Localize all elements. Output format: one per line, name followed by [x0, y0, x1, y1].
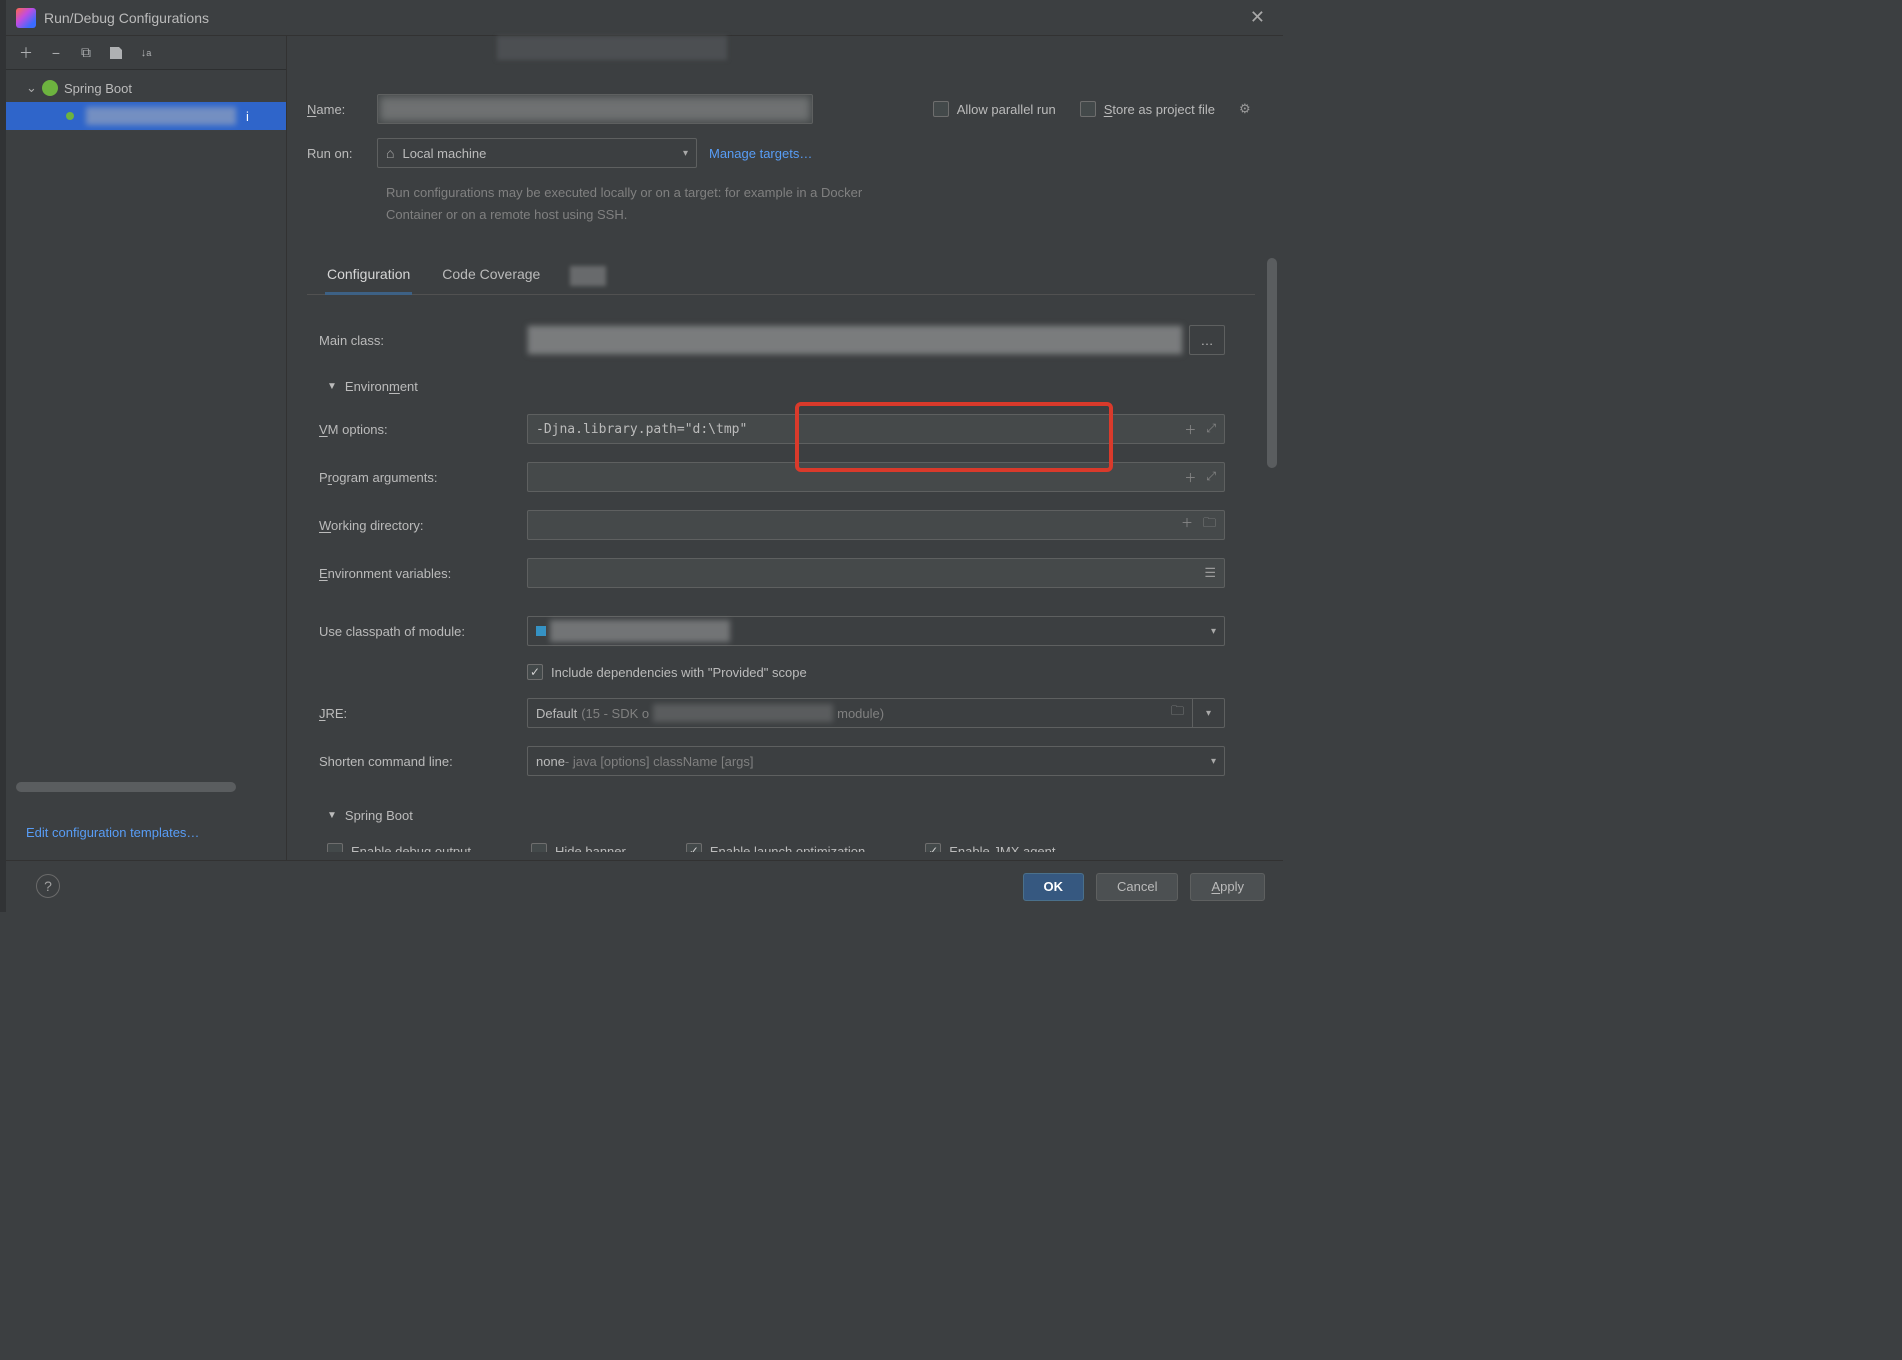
config-tree: ⌄ Spring Boot i: [6, 70, 286, 860]
program-args-input[interactable]: ＋ ⤢: [527, 462, 1225, 492]
main-class-label: Main class:: [319, 333, 527, 348]
module-icon: [536, 626, 546, 636]
chevron-down-icon: ▼: [327, 381, 337, 392]
redacted-label: [86, 107, 236, 125]
cancel-button[interactable]: Cancel: [1096, 873, 1178, 901]
dialog-footer: OK Cancel Apply: [6, 860, 1283, 912]
expand-icon[interactable]: ⤢: [1206, 469, 1216, 486]
checkbox-checked-icon: [925, 843, 941, 852]
edit-templates-link[interactable]: Edit configuration templates…: [26, 825, 199, 840]
classpath-label: Use classpath of module:: [319, 624, 527, 639]
main-class-input[interactable]: [527, 325, 1183, 355]
tab-configuration[interactable]: Configuration: [325, 258, 412, 295]
dialog-title: Run/Debug Configurations: [44, 10, 1242, 26]
copy-icon[interactable]: ⧉: [78, 45, 94, 61]
chevron-down-icon: ▼: [327, 810, 337, 821]
store-project-checkbox[interactable]: Store as project file: [1080, 101, 1215, 117]
help-button[interactable]: ?: [36, 874, 60, 898]
redacted-header: [497, 36, 727, 60]
save-icon[interactable]: [108, 45, 124, 61]
chevron-down-icon: ▾: [683, 148, 688, 159]
scrollbar-vertical[interactable]: [1267, 258, 1277, 468]
status-dot-icon: [66, 112, 74, 120]
name-input[interactable]: [377, 94, 813, 124]
redacted-jre: [653, 704, 833, 722]
tree-node-springboot[interactable]: ⌄ Spring Boot: [6, 74, 286, 102]
jre-label: JRE:: [319, 706, 527, 721]
environment-expander[interactable]: ▼ Environment: [327, 379, 1225, 394]
springboot-expander[interactable]: ▼ Spring Boot: [327, 808, 1225, 823]
apply-button[interactable]: Apply: [1190, 873, 1265, 901]
enable-jmx-checkbox[interactable]: Enable JMX agent: [925, 843, 1055, 852]
env-vars-label: Environment variables:: [319, 566, 527, 581]
hide-banner-checkbox[interactable]: Hide banner: [531, 843, 626, 852]
folder-icon[interactable]: 🗀: [1171, 702, 1184, 724]
checkbox-icon: [327, 843, 343, 852]
remove-icon[interactable]: −: [48, 45, 64, 61]
sort-icon[interactable]: ↓a: [138, 45, 154, 61]
plus-icon[interactable]: ＋: [1181, 514, 1193, 536]
manage-targets-link[interactable]: Manage targets…: [709, 146, 812, 161]
include-provided-checkbox[interactable]: Include dependencies with "Provided" sco…: [527, 664, 807, 680]
run-on-description: Run configurations may be executed local…: [307, 182, 867, 226]
tree-node-selected[interactable]: i: [6, 102, 286, 130]
checkbox-checked-icon: [527, 664, 543, 680]
spring-icon: [42, 80, 58, 96]
plus-icon[interactable]: ＋: [1184, 421, 1196, 438]
sidebar-toolbar: ＋ − ⧉ ↓a: [6, 36, 286, 70]
list-icon[interactable]: ☰: [1204, 566, 1216, 581]
tree-label: Spring Boot: [64, 81, 132, 96]
working-dir-label: Working directory:: [319, 518, 527, 533]
classpath-dropdown[interactable]: ▾: [527, 616, 1225, 646]
vm-options-value: -Djna.library.path="d:\tmp": [536, 422, 747, 437]
name-label: Name:: [307, 102, 365, 117]
ok-button[interactable]: OK: [1023, 873, 1085, 901]
run-on-value: Local machine: [402, 146, 486, 161]
tab-code-coverage[interactable]: Code Coverage: [440, 258, 542, 294]
vm-options-label: VM options:: [319, 422, 527, 437]
enable-launch-opt-checkbox[interactable]: Enable launch optimization: [686, 843, 865, 852]
shorten-label: Shorten command line:: [319, 754, 527, 769]
plus-icon[interactable]: ＋: [1184, 469, 1196, 486]
jre-dropdown-button[interactable]: ▾: [1193, 698, 1225, 728]
redacted-tab: [570, 266, 606, 286]
folder-icon[interactable]: 🗀: [1203, 514, 1216, 536]
include-provided-label: Include dependencies with "Provided" sco…: [551, 665, 807, 680]
working-dir-input[interactable]: ＋ 🗀: [527, 510, 1225, 540]
sidebar: ＋ − ⧉ ↓a ⌄ Spring Boot i: [6, 36, 287, 860]
home-icon: ⌂: [386, 145, 394, 161]
enable-debug-checkbox[interactable]: Enable debug output: [327, 843, 471, 852]
browse-main-class-button[interactable]: …: [1189, 325, 1225, 355]
checkbox-icon: [933, 101, 949, 117]
run-on-label: Run on:: [307, 146, 365, 161]
store-project-label: Store as project file: [1104, 102, 1215, 117]
chevron-down-icon: ⌄: [26, 80, 36, 96]
chevron-down-icon: ▾: [1211, 626, 1216, 637]
env-vars-input[interactable]: ☰: [527, 558, 1225, 588]
scrollbar-horizontal[interactable]: [16, 782, 236, 792]
program-args-label: Program arguments:: [319, 470, 527, 485]
gear-icon[interactable]: ⚙: [1239, 101, 1255, 117]
checkbox-checked-icon: [686, 843, 702, 852]
allow-parallel-checkbox[interactable]: Allow parallel run: [933, 101, 1056, 117]
tab-bar: Configuration Code Coverage: [307, 258, 1255, 295]
checkbox-icon: [1080, 101, 1096, 117]
expand-icon[interactable]: ⤢: [1206, 421, 1216, 438]
run-on-dropdown[interactable]: ⌂ Local machine ▾: [377, 138, 697, 168]
close-icon[interactable]: ✕: [1242, 3, 1273, 32]
jre-input[interactable]: Default (15 - SDK o module) 🗀: [527, 698, 1193, 728]
add-icon[interactable]: ＋: [18, 45, 34, 61]
redacted-module: [550, 620, 730, 642]
titlebar: Run/Debug Configurations ✕: [6, 0, 1283, 36]
config-pane: Name: Allow parallel run Store as projec…: [287, 36, 1283, 860]
chevron-down-icon: ▾: [1211, 756, 1216, 767]
shorten-dropdown[interactable]: none - java [options] className [args] ▾: [527, 746, 1225, 776]
run-debug-dialog: Run/Debug Configurations ✕ ＋ − ⧉ ↓a ⌄ Sp…: [6, 0, 1283, 912]
checkbox-icon: [531, 843, 547, 852]
app-icon: [16, 8, 36, 28]
vm-options-input[interactable]: -Djna.library.path="d:\tmp" ＋ ⤢: [527, 414, 1225, 444]
allow-parallel-label: Allow parallel run: [957, 102, 1056, 117]
